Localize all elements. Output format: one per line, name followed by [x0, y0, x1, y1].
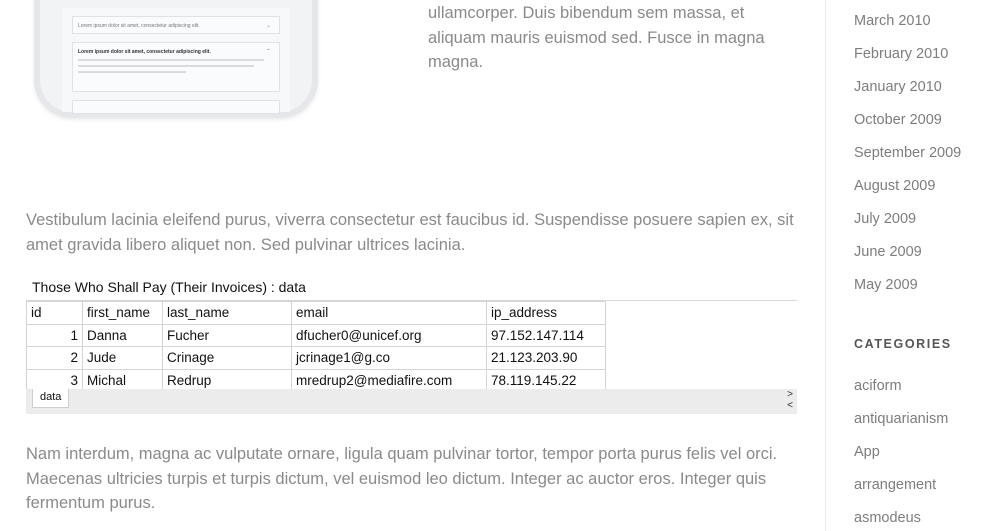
data-table-caption: Those Who Shall Pay (Their Invoices) : d…	[32, 279, 306, 295]
accordion-row-expanded: Lorem ipsum dolor sit amet, consectetur …	[72, 42, 280, 92]
archive-link[interactable]: July 2009	[854, 210, 961, 243]
category-link[interactable]: App	[854, 443, 948, 476]
column-header-id: id	[26, 301, 83, 325]
archive-link[interactable]: March 2010	[854, 12, 961, 45]
cell-last-name: Crinage	[162, 346, 292, 370]
column-header-ip-address: ip_address	[486, 301, 606, 325]
archive-link[interactable]: May 2009	[854, 276, 961, 309]
phone-mockup-image: Lorem ipsum dolor sit amet, consectetur …	[34, 0, 318, 118]
cell-first-name: Jude	[82, 346, 163, 370]
table-row: 2 Jude Crinage jcrinage1@g.co 21.123.203…	[26, 346, 606, 370]
archive-link[interactable]: June 2009	[854, 243, 961, 276]
post-paragraph-top: ullamcorper. Duis bibendum sem massa, et…	[428, 4, 765, 71]
cell-email: dfucher0@unicef.org	[291, 323, 487, 347]
column-header-first-name: first_name	[82, 301, 163, 325]
chevron-up-icon: ⌃	[265, 49, 271, 55]
cell-ip-address: 21.123.203.90	[486, 346, 606, 370]
post-paragraph: Vestibulum lacinia eleifend purus, viver…	[26, 211, 794, 254]
column-header-last-name: last_name	[162, 301, 292, 325]
archives-list: March 2010 February 2010 January 2010 Oc…	[854, 12, 961, 309]
cell-id: 2	[26, 346, 83, 370]
category-link[interactable]: antiquarianism	[854, 410, 948, 443]
column-header-email: email	[291, 301, 487, 325]
categories-list: aciform antiquarianism App arrangement a…	[854, 377, 948, 531]
sheet-next-arrow-icon[interactable]: >	[787, 390, 793, 400]
sheet-prev-arrow-icon[interactable]: <	[787, 401, 793, 411]
data-table: id first_name last_name email ip_address…	[26, 301, 606, 392]
phone-screen: Lorem ipsum dolor sit amet, consectetur …	[62, 8, 290, 114]
accordion-row-title: Lorem ipsum dolor sit amet, consectetur …	[78, 49, 211, 55]
category-link[interactable]: arrangement	[854, 476, 948, 509]
archive-link[interactable]: October 2009	[854, 111, 961, 144]
archive-link[interactable]: September 2009	[854, 144, 961, 177]
placeholder-text-line	[78, 65, 255, 67]
cell-last-name: Fucher	[162, 323, 292, 347]
accordion-row-partial	[72, 100, 280, 114]
archive-link[interactable]: February 2010	[854, 45, 961, 78]
cell-email: jcrinage1@g.co	[291, 346, 487, 370]
post-paragraph: Nam interdum, magna ac vulputate ornare,…	[26, 445, 778, 512]
spreadsheet-embed: id first_name last_name email ip_address…	[26, 300, 797, 414]
category-link[interactable]: aciform	[854, 377, 948, 410]
table-header-row: id first_name last_name email ip_address	[26, 301, 606, 325]
cell-id: 1	[26, 323, 83, 347]
accordion-row-title: Lorem ipsum dolor sit amet, consectetur …	[78, 23, 200, 29]
cell-first-name: Danna	[82, 323, 163, 347]
archive-link[interactable]: August 2009	[854, 177, 961, 210]
sidebar-divider	[825, 0, 826, 531]
accordion-row-collapsed: Lorem ipsum dolor sit amet, consectetur …	[72, 16, 280, 34]
sheet-tab-bar: data > <	[26, 389, 797, 414]
sheet-tab-data[interactable]: data	[32, 389, 70, 408]
chevron-down-icon: ⌄	[265, 23, 271, 29]
categories-heading: CATEGORIES	[854, 337, 952, 351]
table-row: 1 Danna Fucher dfucher0@unicef.org 97.15…	[26, 323, 606, 347]
category-link[interactable]: asmodeus	[854, 509, 948, 531]
cell-ip-address: 97.152.147.114	[486, 323, 606, 347]
placeholder-text-line	[78, 59, 265, 61]
placeholder-text-line	[78, 71, 186, 73]
archive-link[interactable]: January 2010	[854, 78, 961, 111]
